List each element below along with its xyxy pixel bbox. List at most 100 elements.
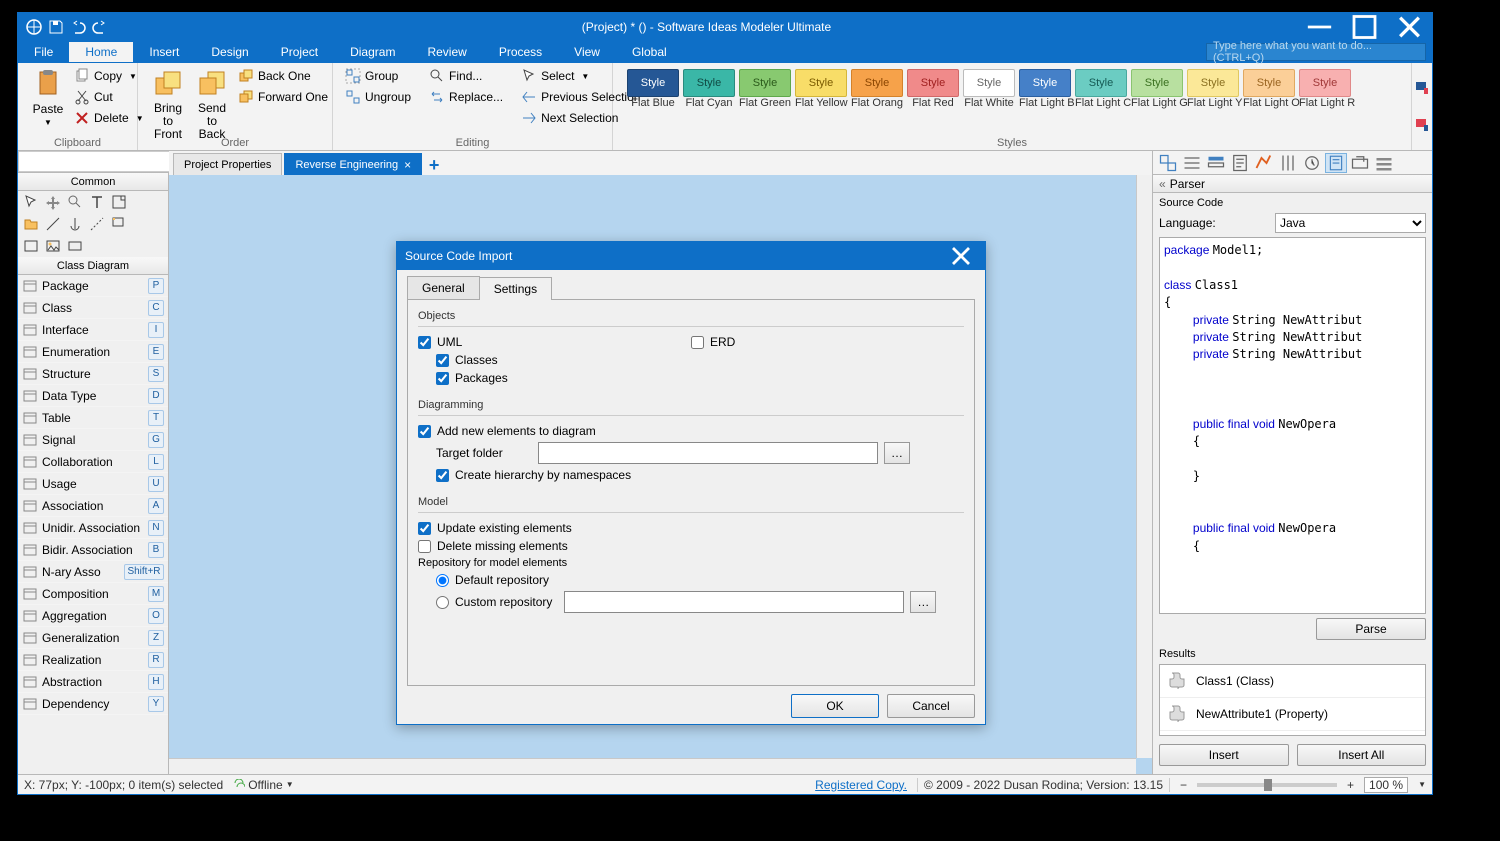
rt-icon-2[interactable] <box>1181 153 1203 173</box>
packages-checkbox[interactable] <box>436 372 449 385</box>
dlg-tab-general[interactable]: General <box>407 276 480 299</box>
class-item-association[interactable]: AssociationA <box>18 495 168 517</box>
group-button[interactable]: Group <box>341 66 415 86</box>
update-existing-checkbox[interactable] <box>418 522 431 535</box>
style-chip-8[interactable]: Style <box>1075 69 1127 97</box>
rt-icon-1[interactable] <box>1157 153 1179 173</box>
default-repo-radio[interactable] <box>436 574 449 587</box>
style-scroll-down-icon[interactable] <box>1414 117 1430 133</box>
style-chip-3[interactable]: Style <box>795 69 847 97</box>
delete-missing-checkbox[interactable] <box>418 540 431 553</box>
zoom-icon[interactable] <box>66 193 84 211</box>
style-chip-4[interactable]: Style <box>851 69 903 97</box>
send-back-button[interactable]: Send to Back <box>190 66 234 144</box>
dlg-tab-settings[interactable]: Settings <box>479 277 552 300</box>
classes-checkbox[interactable] <box>436 354 449 367</box>
custom-repo-radio[interactable] <box>436 596 449 609</box>
paste-button[interactable]: Paste ▼ <box>26 66 70 129</box>
class-item-table[interactable]: TableT <box>18 407 168 429</box>
zoom-out-button[interactable]: − <box>1180 778 1187 792</box>
class-item-unidir-association[interactable]: Unidir. AssociationN <box>18 517 168 539</box>
class-item-interface[interactable]: InterfaceI <box>18 319 168 341</box>
menu-design[interactable]: Design <box>195 42 264 62</box>
dialog-close-button[interactable] <box>945 244 977 268</box>
rt-icon-9[interactable] <box>1349 153 1371 173</box>
language-select[interactable]: JavaC#C++Python <box>1275 213 1426 233</box>
ok-button[interactable]: OK <box>791 694 879 718</box>
style-chip-10[interactable]: Style <box>1187 69 1239 97</box>
forward-one-button[interactable]: Forward One <box>234 87 332 107</box>
rt-icon-10[interactable] <box>1373 153 1395 173</box>
class-item-bidir-association[interactable]: Bidir. AssociationB <box>18 539 168 561</box>
erd-checkbox[interactable] <box>691 336 704 349</box>
rt-icon-5[interactable] <box>1253 153 1275 173</box>
back-one-button[interactable]: Back One <box>234 66 332 86</box>
save-icon[interactable] <box>48 19 64 35</box>
constraint-icon[interactable] <box>66 237 84 255</box>
style-chip-0[interactable]: Style <box>627 69 679 97</box>
rt-icon-parser[interactable] <box>1325 153 1347 173</box>
target-folder-input[interactable] <box>538 442 878 464</box>
target-folder-browse[interactable]: … <box>884 442 910 464</box>
class-item-realization[interactable]: RealizationR <box>18 649 168 671</box>
tab-close-icon[interactable]: × <box>404 158 411 172</box>
zoom-value[interactable]: 100 % <box>1364 777 1408 793</box>
menu-file[interactable]: File <box>18 42 69 62</box>
menu-global[interactable]: Global <box>616 42 683 62</box>
doc-tab-0[interactable]: Project Properties <box>173 153 282 175</box>
class-item-aggregation[interactable]: AggregationO <box>18 605 168 627</box>
redo-icon[interactable] <box>92 19 108 35</box>
class-item-composition[interactable]: CompositionM <box>18 583 168 605</box>
create-hierarchy-checkbox[interactable] <box>436 469 449 482</box>
class-item-package[interactable]: PackageP <box>18 275 168 297</box>
class-item-enumeration[interactable]: EnumerationE <box>18 341 168 363</box>
ungroup-button[interactable]: Ungroup <box>341 87 415 107</box>
find-button[interactable]: Find... <box>425 66 507 86</box>
insert-all-button[interactable]: Insert All <box>1297 744 1427 766</box>
style-chip-5[interactable]: Style <box>907 69 959 97</box>
class-item-structure[interactable]: StructureS <box>18 363 168 385</box>
style-scroll-up-icon[interactable] <box>1414 80 1430 96</box>
note-icon[interactable] <box>110 193 128 211</box>
tell-me-box[interactable]: Type here what you want to do... (CTRL+Q… <box>1206 43 1426 61</box>
class-item-signal[interactable]: SignalG <box>18 429 168 451</box>
menu-insert[interactable]: Insert <box>133 42 195 62</box>
frame-icon[interactable] <box>22 237 40 255</box>
class-item-class[interactable]: ClassC <box>18 297 168 319</box>
class-item-data-type[interactable]: Data TypeD <box>18 385 168 407</box>
add-new-checkbox[interactable] <box>418 425 431 438</box>
undo-icon[interactable] <box>70 19 86 35</box>
rt-icon-6[interactable] <box>1277 153 1299 173</box>
copy-button[interactable]: Copy▼ <box>70 66 148 86</box>
result-item-0[interactable]: Class1 (Class) <box>1160 665 1425 698</box>
dependency-icon[interactable] <box>88 215 106 233</box>
class-item-dependency[interactable]: DependencyY <box>18 693 168 715</box>
text-icon[interactable] <box>88 193 106 211</box>
canvas-scroll-h[interactable] <box>169 758 1136 774</box>
menu-process[interactable]: Process <box>483 42 558 62</box>
comment-icon[interactable] <box>110 215 128 233</box>
rt-icon-4[interactable] <box>1229 153 1251 173</box>
style-chip-7[interactable]: Style <box>1019 69 1071 97</box>
search-input[interactable] <box>18 151 181 172</box>
cut-button[interactable]: Cut <box>70 87 148 107</box>
line-icon[interactable] <box>44 215 62 233</box>
add-tab-button[interactable]: + <box>424 155 444 175</box>
pan-icon[interactable] <box>44 193 62 211</box>
menu-home[interactable]: Home <box>69 42 133 62</box>
delete-button[interactable]: Delete▼ <box>70 108 148 128</box>
class-item-generalization[interactable]: GeneralizationZ <box>18 627 168 649</box>
insert-button[interactable]: Insert <box>1159 744 1289 766</box>
zoom-in-button[interactable]: + <box>1347 778 1354 792</box>
menu-project[interactable]: Project <box>265 42 334 62</box>
pointer-icon[interactable] <box>22 193 40 211</box>
doc-tab-1[interactable]: Reverse Engineering× <box>284 153 422 175</box>
image-icon[interactable] <box>44 237 62 255</box>
close-button[interactable] <box>1387 13 1432 41</box>
cancel-button[interactable]: Cancel <box>887 694 975 718</box>
style-chip-9[interactable]: Style <box>1131 69 1183 97</box>
menu-review[interactable]: Review <box>411 42 482 62</box>
custom-repo-browse[interactable]: … <box>910 591 936 613</box>
anchor-icon[interactable] <box>66 215 84 233</box>
menu-diagram[interactable]: Diagram <box>334 42 411 62</box>
